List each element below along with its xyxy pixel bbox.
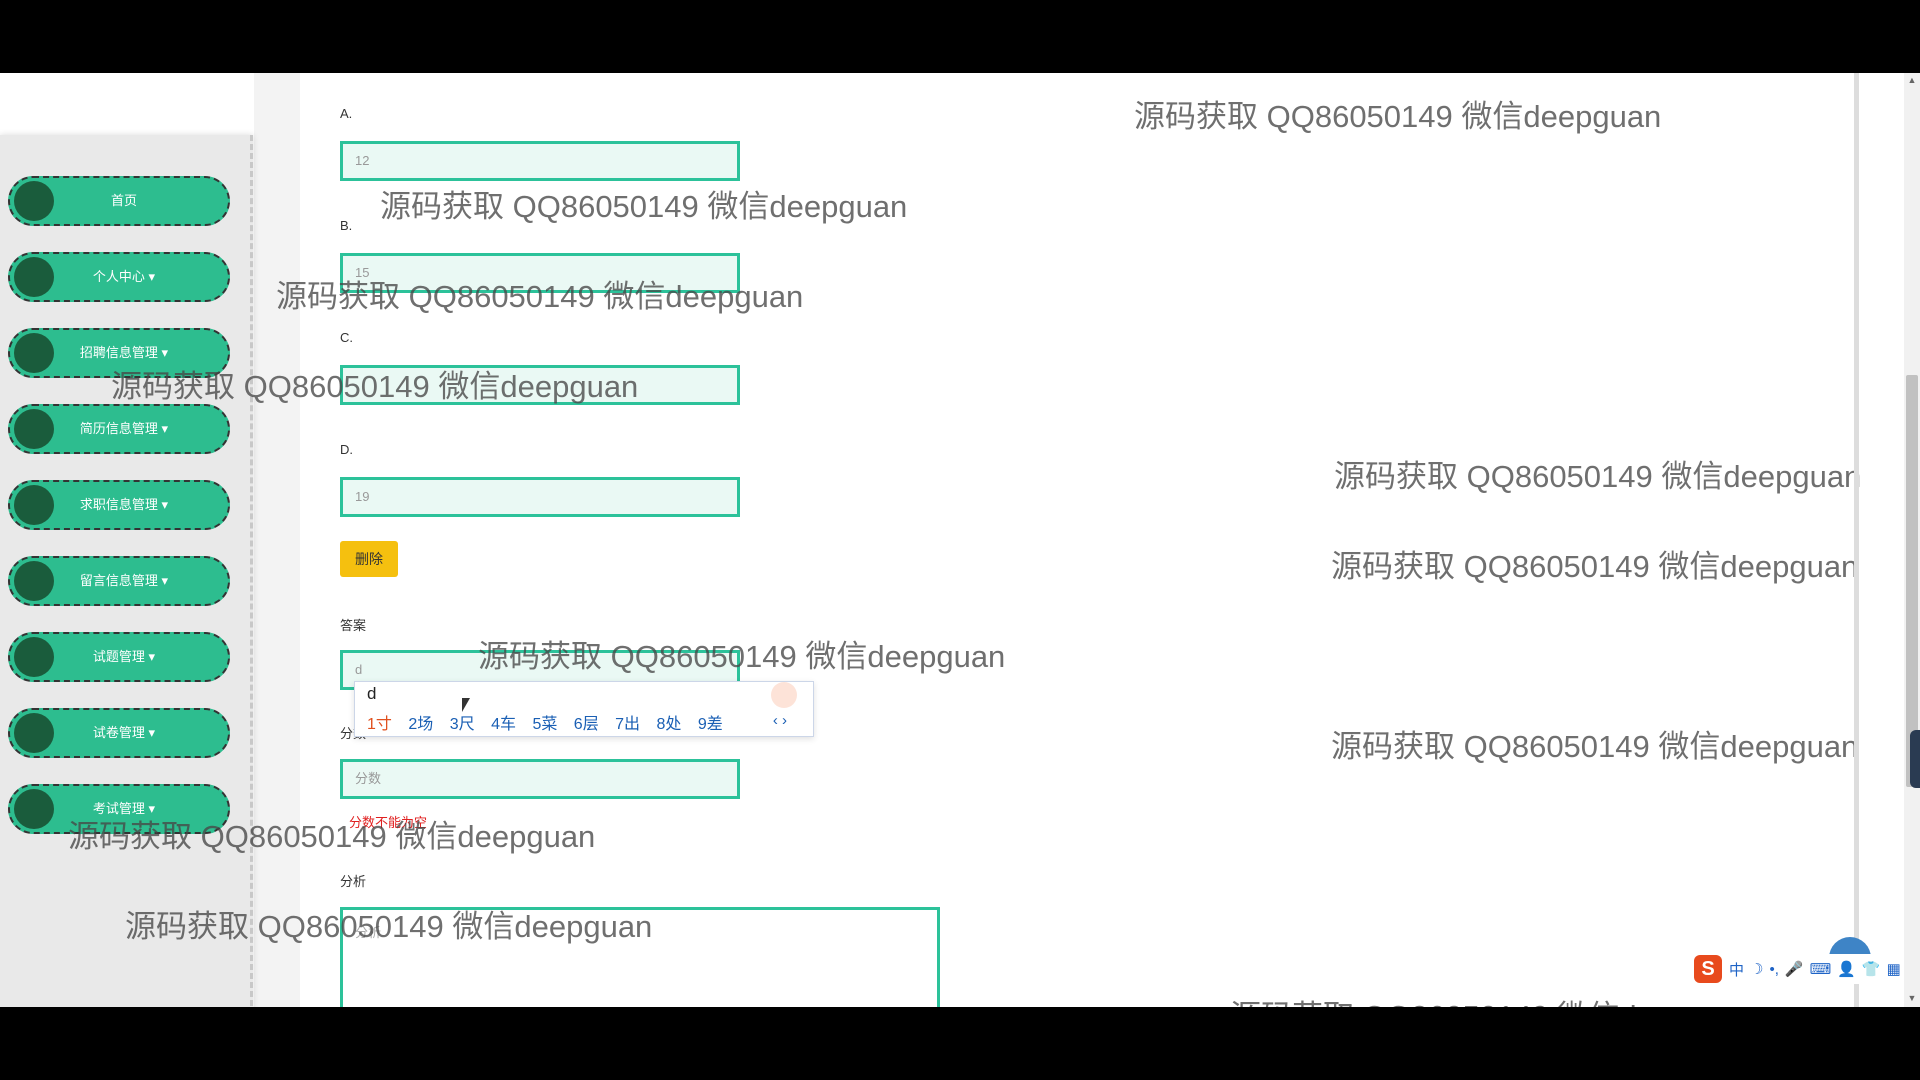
watermark: 源码获取 QQ86050149 微信deepguan [1331, 729, 1859, 764]
ime-candidate[interactable]: 7出 [615, 716, 640, 733]
moon-icon[interactable]: ☽ [1750, 960, 1763, 978]
app-screen: 首页 个人中心 ▾ 招聘信息管理 ▾ 简历信息管理 ▾ 求职信息管理 ▾ 留言信… [0, 73, 1920, 1007]
watermark: 源码获取 QQ86050149 微信deepguan [1334, 459, 1862, 494]
sidebar-item-label: 首页 [110, 193, 137, 208]
ime-composition: d [367, 684, 377, 703]
ime-candidate-list: 1寸 2场 3尺 4车 5菜 6层 7出 8处 9差 [367, 710, 735, 734]
sidebar-item-label: 简历信息管理 ▾ [79, 421, 169, 436]
sidebar-item-job-seeking[interactable]: 求职信息管理 ▾ [8, 480, 230, 530]
sidebar-item-label: 个人中心 ▾ [92, 269, 156, 284]
scroll-down-arrow-icon[interactable]: ▼ [1904, 993, 1920, 1003]
mouse-cursor-icon [462, 698, 470, 712]
ime-logo-icon [771, 682, 797, 708]
content-gutter [254, 73, 300, 1007]
sidebar: 首页 个人中心 ▾ 招聘信息管理 ▾ 简历信息管理 ▾ 求职信息管理 ▾ 留言信… [0, 135, 253, 1007]
analysis-label: 分析 [340, 874, 367, 889]
content-divider [1854, 73, 1859, 1007]
keyboard-icon[interactable]: ⌨ [1810, 960, 1832, 978]
option-d-input[interactable]: 19 [340, 477, 740, 517]
sogou-logo-icon[interactable]: S [1694, 955, 1722, 983]
ime-candidate[interactable]: 4车 [491, 716, 516, 733]
watermark: 源码获取 QQ86050149 微信deepguan [1331, 549, 1859, 584]
watermark: 源码获取 QQ86050149 微信deepguan [1230, 991, 1757, 1007]
watermark: 源码获取 QQ86050149 微信deepguan [68, 819, 596, 854]
option-a-input[interactable]: 12 [340, 141, 740, 181]
sidebar-item-home[interactable]: 首页 [8, 176, 230, 226]
option-a-label: A. [340, 106, 353, 121]
sidebar-item-resume[interactable]: 简历信息管理 ▾ [8, 404, 230, 454]
ime-candidate[interactable]: 9差 [698, 716, 723, 733]
ime-candidate[interactable]: 5菜 [532, 716, 557, 733]
watermark: 源码获取 QQ86050149 微信deepguan [111, 369, 639, 404]
sidebar-item-label: 求职信息管理 ▾ [79, 497, 169, 512]
delete-button[interactable]: 删除 [340, 541, 398, 577]
ime-paging-arrows[interactable]: ‹ › [773, 712, 787, 729]
sidebar-item-papers[interactable]: 试卷管理 ▾ [8, 708, 230, 758]
watermark: 源码获取 QQ86050149 微信deepguan [276, 279, 804, 314]
watermark: 源码获取 QQ86050149 微信deepguan [478, 639, 1006, 674]
answer-label: 答案 [340, 618, 367, 633]
microphone-icon[interactable]: 🎤 [1785, 960, 1804, 978]
watermark: 源码获取 QQ86050149 微信deepguan [1134, 99, 1662, 134]
punctuation-icon[interactable]: •, [1769, 961, 1778, 978]
option-d-label: D. [340, 442, 353, 457]
sidebar-item-label: 试卷管理 ▾ [92, 725, 156, 740]
toolbox-icon[interactable]: ▦ [1887, 960, 1901, 978]
ime-candidate[interactable]: 2场 [408, 716, 433, 733]
option-c-label: C. [340, 330, 353, 345]
side-panel-tab[interactable] [1910, 730, 1920, 788]
watermark: 源码获取 QQ86050149 微信deepguan [125, 909, 653, 944]
ime-candidate[interactable]: 1寸 [367, 716, 392, 733]
ime-candidate[interactable]: 8处 [657, 716, 682, 733]
score-input[interactable]: 分数 [340, 759, 740, 799]
skin-icon[interactable]: 👕 [1862, 960, 1881, 978]
ime-candidate-popup: d 1寸 2场 3尺 4车 5菜 6层 7出 8处 9差 ‹ › [354, 681, 814, 737]
ime-candidate[interactable]: 3尺 [450, 716, 475, 733]
scrollbar-thumb[interactable] [1906, 375, 1918, 787]
chinese-mode-icon[interactable]: 中 [1729, 959, 1744, 980]
ime-toolbar: S 中 ☽ •, 🎤 ⌨ 👤 👕 ▦ [1694, 954, 1904, 984]
ime-candidate[interactable]: 6层 [574, 716, 599, 733]
sidebar-item-messages[interactable]: 留言信息管理 ▾ [8, 556, 230, 606]
sidebar-item-label: 试题管理 ▾ [92, 649, 156, 664]
sidebar-item-label: 留言信息管理 ▾ [79, 573, 169, 588]
sidebar-item-questions[interactable]: 试题管理 ▾ [8, 632, 230, 682]
sidebar-item-personal-center[interactable]: 个人中心 ▾ [8, 252, 230, 302]
option-b-label: B. [340, 218, 353, 233]
scroll-up-arrow-icon[interactable]: ▲ [1904, 75, 1920, 85]
user-icon[interactable]: 👤 [1837, 960, 1856, 978]
watermark: 源码获取 QQ86050149 微信deepguan [380, 189, 908, 224]
